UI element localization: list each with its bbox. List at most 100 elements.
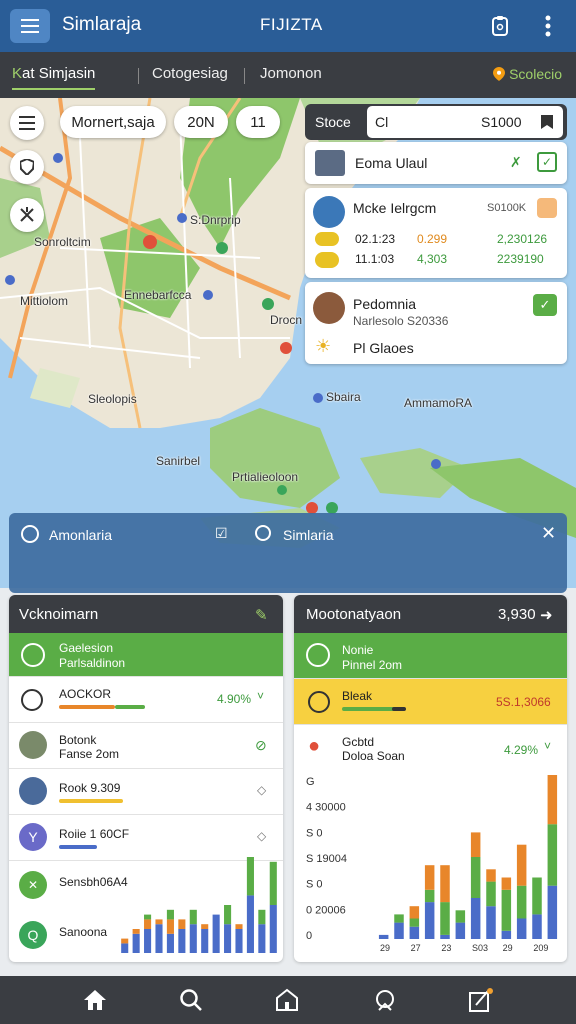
search-amount: S1000 xyxy=(481,114,522,130)
bar-segment xyxy=(155,924,163,953)
tab-divider xyxy=(138,68,139,84)
tab-cotogesiag[interactable]: Cotogesiag xyxy=(152,65,228,82)
location-chip[interactable]: Mornert,saja xyxy=(60,106,166,138)
nav-edit[interactable] xyxy=(466,986,496,1014)
bottom-navigation xyxy=(0,976,576,1024)
list-item[interactable]: AOCKOR 4.90% ˅ xyxy=(9,677,283,723)
more-options-button[interactable] xyxy=(534,12,562,40)
avatar xyxy=(313,292,345,324)
day-chip[interactable]: 11 xyxy=(236,106,280,138)
tab-simjasin[interactable]: Kat Simjasin xyxy=(12,65,96,90)
list-icon xyxy=(19,116,35,130)
panel-header-item[interactable]: Gaelesion Parlsaldinon xyxy=(9,633,283,677)
panel-title: Mootonatyaon xyxy=(306,606,402,623)
item-label: Bleak xyxy=(342,689,373,703)
nav-explore[interactable] xyxy=(370,986,400,1014)
bar-segment xyxy=(547,775,558,825)
edit-icon[interactable]: ✎ xyxy=(255,606,268,624)
layers-button[interactable] xyxy=(10,106,44,140)
location-pin-icon xyxy=(493,67,506,81)
status-indicator[interactable]: Scolecio xyxy=(493,66,562,82)
bar-segment xyxy=(532,877,542,915)
result-card-mcke[interactable]: Mcke Ielrgcm S0100K 02.1:23 0.299 2,2301… xyxy=(305,188,567,278)
card-tag: S0100K xyxy=(487,202,527,214)
cross-icon: ✗ xyxy=(510,154,522,170)
x-icon: ✕ xyxy=(19,871,47,899)
progress-bar xyxy=(59,799,123,803)
highlight-row[interactable]: Bleak 5S.1,3066 xyxy=(294,679,567,725)
map-label: Sbaira xyxy=(326,390,361,404)
bar-segment xyxy=(166,933,174,953)
x-tick-label: 23 xyxy=(441,943,451,953)
card-title: Eoma Ulaul xyxy=(355,155,428,171)
clock-icon[interactable] xyxy=(255,525,271,541)
bar-segment xyxy=(269,905,277,953)
bar-segment xyxy=(547,824,558,886)
nav-building[interactable] xyxy=(272,986,302,1014)
location-pin-icon: ● xyxy=(308,735,321,757)
bar-segment xyxy=(501,889,512,931)
home-icon xyxy=(84,990,106,1010)
bar-segment xyxy=(132,933,140,953)
hamburger-menu-button[interactable] xyxy=(10,9,50,43)
power-icon xyxy=(21,689,43,711)
card-label: Pl Glaoes xyxy=(353,340,414,356)
search-label: Stoce xyxy=(315,114,351,130)
item-line2: Pinnel 2om xyxy=(342,658,403,672)
list-item[interactable]: Botonk Fanse 2om ⊘ xyxy=(9,723,283,769)
menu-icon xyxy=(21,25,39,27)
progress-bar xyxy=(115,705,145,709)
bar-segment xyxy=(378,934,389,939)
item-label: Sanoona xyxy=(59,925,108,939)
result-card-pedomnia[interactable]: Pedomnia Narlesolo S20336 ✓ ☀ Pl Glaoes xyxy=(305,282,567,364)
nav-home[interactable] xyxy=(80,986,110,1014)
bar-segment xyxy=(178,929,186,953)
close-icon[interactable]: ✕ xyxy=(541,523,556,544)
year-chip[interactable]: 20N xyxy=(174,106,228,138)
nav-search[interactable] xyxy=(176,986,206,1014)
bar-segment xyxy=(486,869,496,882)
bar-segment xyxy=(212,914,220,953)
row-b: 4,303 xyxy=(417,252,448,266)
app-title: Simlaraja xyxy=(62,14,142,35)
shield-icon xyxy=(20,159,34,175)
left-bar-chart xyxy=(121,857,277,953)
clipboard-icon xyxy=(492,16,508,36)
bar-segment xyxy=(201,929,209,953)
arrow-right-icon[interactable]: ➜ xyxy=(540,606,553,624)
panel-header: Mootonatyaon 3,930 ➜ xyxy=(294,595,567,633)
search-field[interactable]: Cl S1000 xyxy=(367,106,563,138)
item-label: Sensbh06A4 xyxy=(59,875,128,889)
x-tick-label: 29 xyxy=(380,943,390,953)
clipboard-button[interactable] xyxy=(486,12,514,40)
list-item[interactable]: Rook 9.309 ◇ xyxy=(9,769,283,815)
row-a: 02.1:23 xyxy=(355,232,396,246)
card-title: Pedomnia xyxy=(353,296,417,312)
map-label: S:Dnrprip xyxy=(190,213,241,227)
shield-button[interactable] xyxy=(10,150,44,184)
panel-header-item[interactable]: Nonie Pinnel 2om xyxy=(294,633,567,679)
bar-segment xyxy=(189,909,197,925)
bar-segment xyxy=(424,865,435,890)
chevron-down-icon: ˅ xyxy=(257,689,265,703)
edit-icon[interactable]: ☑ xyxy=(215,525,228,542)
x-tick-label: 29 xyxy=(503,943,513,953)
overlay-search-bar: Stoce Cl S1000 xyxy=(305,104,567,140)
orange-badge-icon xyxy=(537,198,557,218)
coin-icon xyxy=(315,232,339,246)
check-icon[interactable]: ✓ xyxy=(533,294,557,316)
tab-jomonon[interactable]: Jomonon xyxy=(260,65,322,82)
bar-segment xyxy=(470,857,481,898)
bar-segment xyxy=(486,906,496,939)
directions-button[interactable] xyxy=(10,198,44,232)
bar-segment xyxy=(547,885,558,939)
result-card-eoma[interactable]: Eoma Ulaul ✗ ✓ xyxy=(305,142,567,184)
item-value: 4.90% xyxy=(217,692,252,706)
item-label: Rook 9.309 xyxy=(59,781,121,795)
bar-segment xyxy=(516,844,527,886)
check-icon[interactable]: ✓ xyxy=(537,152,557,172)
location-icon xyxy=(21,525,39,543)
chart-subtitle: Gcbtd xyxy=(342,735,375,749)
bar-segment xyxy=(501,877,512,890)
bar-segment xyxy=(224,905,232,925)
